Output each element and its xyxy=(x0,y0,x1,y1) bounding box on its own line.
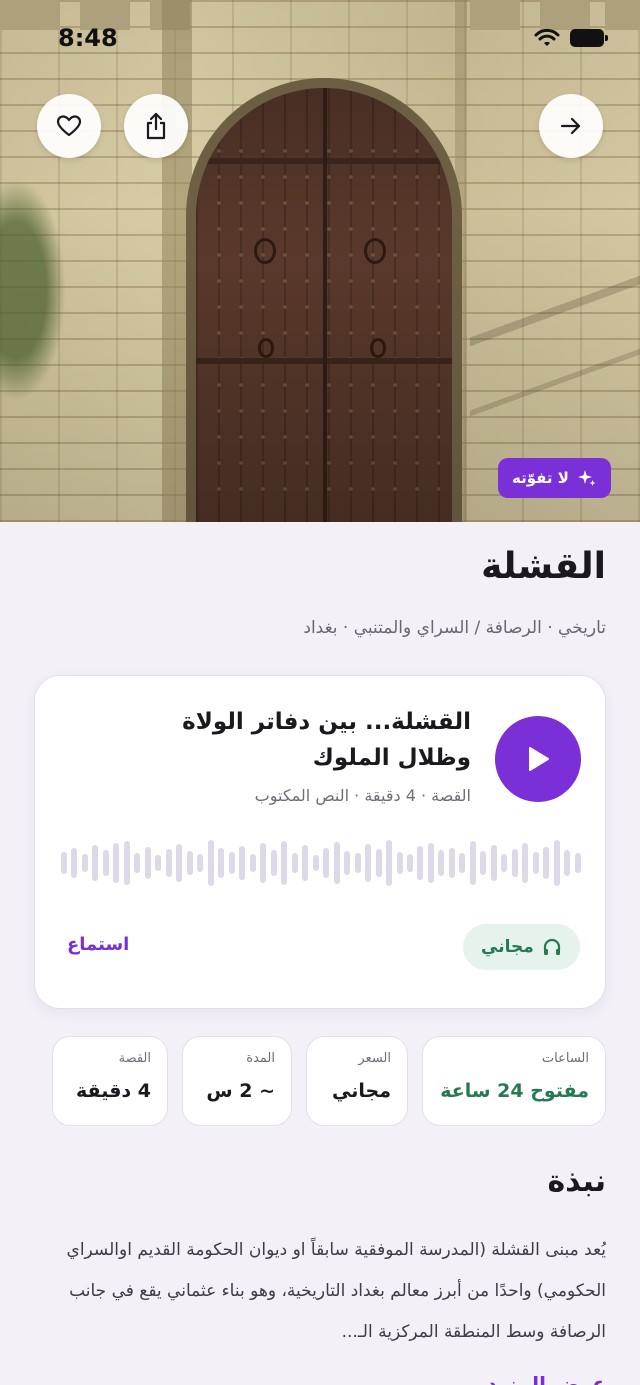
waveform-bar xyxy=(532,852,539,874)
price-label: السعر xyxy=(358,1051,391,1066)
waveform-bar xyxy=(165,849,172,877)
waveform-bar xyxy=(323,848,330,878)
waveform-bar xyxy=(574,853,581,873)
waveform-bar xyxy=(144,847,151,879)
back-button[interactable] xyxy=(539,94,603,158)
waveform-bar xyxy=(522,843,529,883)
waveform-bar xyxy=(239,846,246,880)
story-value: 4 دقيقة xyxy=(76,1080,151,1102)
waveform-bar xyxy=(155,855,162,871)
share-icon xyxy=(146,112,166,140)
favorite-button[interactable] xyxy=(37,94,101,158)
waveform-bar xyxy=(207,840,214,886)
play-icon xyxy=(529,747,549,771)
waveform-bar xyxy=(281,841,288,885)
read-more-link[interactable]: عرض المزيد xyxy=(487,1372,606,1385)
heart-icon xyxy=(56,115,82,137)
waveform-bar xyxy=(427,843,434,883)
info-story: القصة 4 دقيقة xyxy=(52,1036,168,1126)
waveform-bar xyxy=(102,850,109,876)
waveform-bar xyxy=(270,850,277,876)
waveform-bar xyxy=(81,854,88,872)
place-meta: تاريخي · الرصافة / السراي والمتنبي · بغد… xyxy=(303,618,606,638)
page-title: القشلة xyxy=(481,546,606,587)
waveform-bar xyxy=(134,853,141,873)
waveform-bar xyxy=(176,844,183,882)
info-hours: الساعات مفتوح 24 ساعة xyxy=(422,1036,606,1126)
waveform-bar xyxy=(218,848,225,878)
info-price: السعر مجاني xyxy=(306,1036,408,1126)
waveform-bar xyxy=(71,848,78,878)
sparkles-icon xyxy=(577,470,596,486)
waveform-bar xyxy=(501,854,508,872)
waveform-bar xyxy=(480,851,487,875)
waveform-bar xyxy=(249,854,256,872)
waveform-bar xyxy=(186,851,193,875)
waveform-bar xyxy=(459,853,466,873)
duration-label: المدة xyxy=(246,1051,275,1066)
waveform-bar xyxy=(354,853,361,873)
waveform-bar xyxy=(312,855,319,871)
waveform-bar xyxy=(260,843,267,883)
waveform-bar xyxy=(92,845,99,881)
wifi-icon xyxy=(534,28,560,46)
audio-title: القشلة... بين دفاتر الولاة وظلال الملوك xyxy=(182,709,471,771)
about-heading: نبذة xyxy=(547,1164,606,1199)
audio-story-card: القشلة... بين دفاتر الولاة وظلال الملوك … xyxy=(34,675,606,1009)
waveform-bar xyxy=(511,849,518,877)
arrow-right-icon xyxy=(560,117,581,135)
headphones-icon xyxy=(543,938,560,955)
waveform-bar xyxy=(302,845,309,881)
waveform-bar xyxy=(448,848,455,878)
waveform-bar xyxy=(438,850,445,876)
waveform-bar xyxy=(386,840,393,886)
waveform-bar xyxy=(417,846,424,880)
free-label: مجاني xyxy=(481,937,534,957)
listen-link[interactable]: استماع xyxy=(67,934,129,955)
waveform-bar xyxy=(344,851,351,875)
status-icons xyxy=(534,28,608,48)
hours-value: مفتوح 24 ساعة xyxy=(440,1080,589,1102)
story-label: القصة xyxy=(118,1051,151,1066)
status-time: 8:48 xyxy=(58,24,118,52)
audio-waveform[interactable] xyxy=(61,838,581,888)
price-value: مجاني xyxy=(332,1080,391,1102)
waveform-bar xyxy=(228,852,235,874)
share-button[interactable] xyxy=(124,94,188,158)
info-row: الساعات مفتوح 24 ساعة السعر مجاني المدة … xyxy=(52,1036,606,1126)
waveform-bar xyxy=(406,854,413,872)
waveform-bar xyxy=(469,841,476,885)
badge-label: لا تفوّته xyxy=(512,469,569,487)
waveform-bar xyxy=(61,852,67,874)
play-button[interactable] xyxy=(495,716,581,802)
waveform-bar xyxy=(553,840,560,886)
waveform-bar xyxy=(490,845,497,881)
waveform-bar xyxy=(113,843,120,883)
about-text: يُعد مبنى القشلة (المدرسة الموفقية سابقا… xyxy=(66,1240,606,1342)
waveform-bar xyxy=(123,841,130,885)
waveform-bar xyxy=(543,847,550,879)
free-pill: مجاني xyxy=(463,924,580,970)
waveform-bar xyxy=(564,850,571,876)
info-duration: المدة ~ 2 س xyxy=(182,1036,292,1126)
hours-label: الساعات xyxy=(541,1051,589,1066)
waveform-bar xyxy=(197,854,204,872)
must-see-badge: لا تفوّته xyxy=(498,458,611,498)
hero-image xyxy=(0,0,640,522)
battery-icon xyxy=(570,29,608,47)
waveform-bar xyxy=(365,844,372,882)
waveform-bar xyxy=(396,852,403,874)
audio-subtitle: القصة · 4 دقيقة · النص المكتوب xyxy=(254,786,471,805)
waveform-bar xyxy=(375,849,382,877)
duration-value: ~ 2 س xyxy=(206,1080,275,1102)
waveform-bar xyxy=(291,853,298,873)
screen: 8:48 لا تفوّته القشلة تاريخي · الرصافة /… xyxy=(0,0,640,1385)
waveform-bar xyxy=(333,842,340,884)
